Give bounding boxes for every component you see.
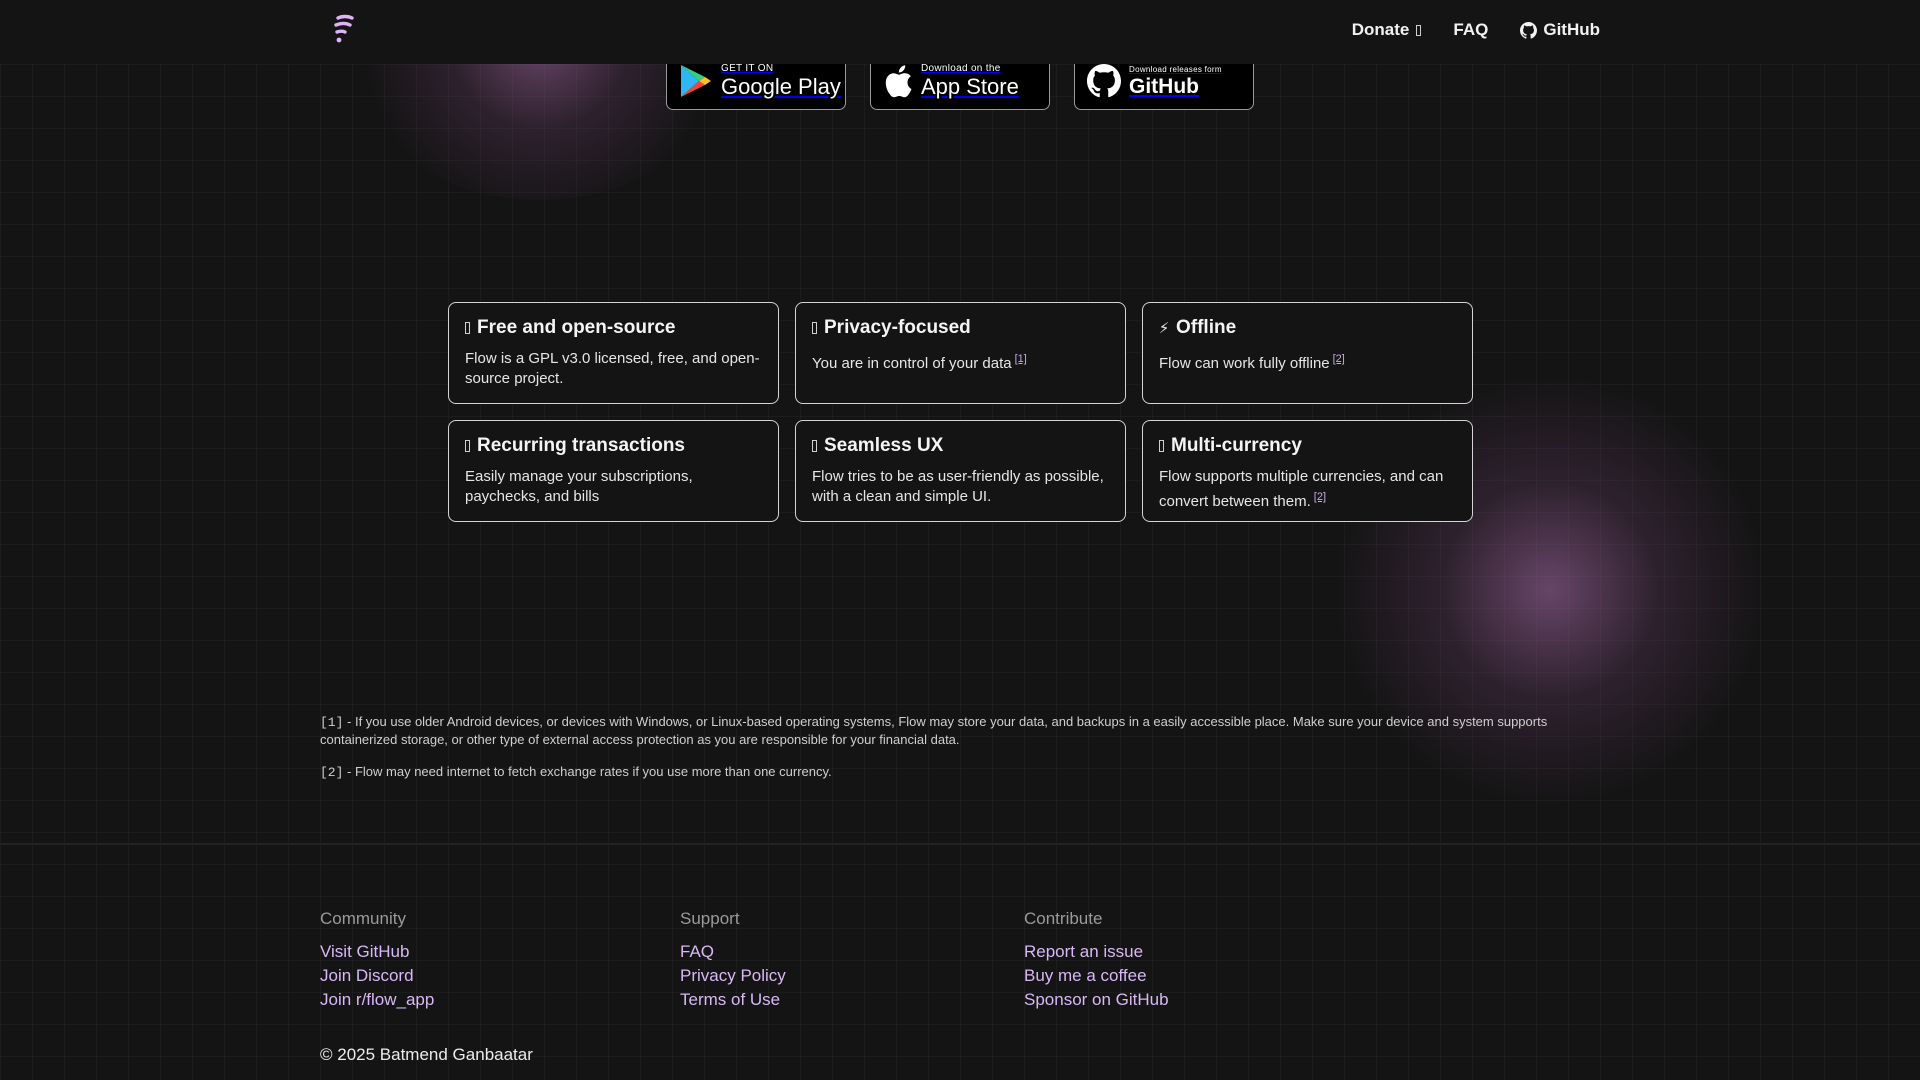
- badge-caption: GET IT ON: [721, 63, 774, 74]
- badge-caption: Download releases form: [1129, 64, 1222, 74]
- copyright-text: © 2025 Batmend Ganbaatar: [320, 1045, 533, 1064]
- feature-cards: Free and open-source Flow is a GPL v3.0 …: [448, 302, 1473, 522]
- footer-link-buy-coffee[interactable]: Buy me a coffee: [1024, 964, 1169, 988]
- feature-description: Flow supports multiple currencies, and c…: [1159, 468, 1444, 510]
- feature-description: You are in control of your data: [812, 355, 1012, 372]
- main-nav: Donate FAQ GitHub: [1352, 20, 1600, 40]
- top-navigation-bar: Donate FAQ GitHub: [0, 0, 1920, 64]
- footer-heading: Community: [320, 909, 406, 928]
- footer-link-terms-of-use[interactable]: Terms of Use: [680, 988, 786, 1012]
- feature-description: Flow tries to be as user-friendly as pos…: [812, 468, 1104, 505]
- feature-description: Flow can work fully offline: [1159, 355, 1330, 372]
- lightning-icon: ⚡: [1158, 320, 1170, 337]
- footnote-text: - If you use older Android devices, or d…: [320, 714, 1548, 747]
- footer-link-sponsor-github[interactable]: Sponsor on GitHub: [1024, 988, 1169, 1012]
- footnote-key: [1]: [320, 715, 344, 730]
- apple-icon: [885, 65, 912, 98]
- box-glyph-icon: [812, 440, 817, 452]
- footer-community: Community Visit GitHub Join Discord Join…: [320, 909, 434, 1012]
- badge-title: Google Play: [721, 74, 841, 99]
- box-glyph-icon: [465, 440, 470, 452]
- feature-description: Easily manage your subscriptions, payche…: [465, 468, 693, 505]
- footnote-2: [2] - Flow may need internet to fetch ex…: [320, 763, 1610, 781]
- nav-donate-link[interactable]: Donate: [1352, 20, 1422, 40]
- footer-contribute: Contribute Report an issue Buy me a coff…: [1024, 909, 1169, 1012]
- footer-divider: [0, 843, 1920, 845]
- footer-support: Support FAQ Privacy Policy Terms of Use: [680, 909, 786, 1012]
- feature-title: Seamless UX: [824, 435, 944, 456]
- footer-link-visit-github[interactable]: Visit GitHub: [320, 940, 434, 964]
- footnote-ref[interactable]: [2]: [1314, 491, 1326, 503]
- footnote-ref[interactable]: [1]: [1015, 353, 1027, 365]
- nav-faq-label: FAQ: [1453, 20, 1489, 39]
- nav-github-link[interactable]: GitHub: [1520, 20, 1600, 40]
- feature-card-recurring: Recurring transactions Easily manage you…: [448, 420, 779, 522]
- flow-logo[interactable]: [332, 14, 356, 46]
- github-icon: [1087, 64, 1121, 98]
- feature-title: Free and open-source: [477, 317, 676, 338]
- footer-link-join-discord[interactable]: Join Discord: [320, 964, 434, 988]
- feature-card-ux: Seamless UX Flow tries to be as user-fri…: [795, 420, 1126, 522]
- google-play-icon: [681, 65, 711, 97]
- footer-link-report-issue[interactable]: Report an issue: [1024, 940, 1169, 964]
- footnote-1: [1] - If you use older Android devices, …: [320, 713, 1610, 748]
- footnotes: [1] - If you use older Android devices, …: [320, 713, 1610, 796]
- feature-title: Recurring transactions: [477, 435, 685, 456]
- feature-card-offline: ⚡ Offline Flow can work fully offline [2]: [1142, 302, 1473, 404]
- feature-title: Multi-currency: [1171, 435, 1302, 456]
- footnote-key: [2]: [320, 765, 344, 780]
- footer-heading: Support: [680, 909, 740, 928]
- footnote-ref[interactable]: [2]: [1333, 353, 1345, 365]
- box-glyph-icon: [1159, 440, 1164, 452]
- feature-title: Privacy-focused: [824, 317, 971, 338]
- nav-donate-label: Donate: [1351, 20, 1410, 39]
- badge-caption: Download on the: [921, 63, 1001, 74]
- github-icon: [1520, 21, 1538, 39]
- feature-title: Offline: [1176, 317, 1237, 338]
- box-glyph-icon: [812, 322, 817, 334]
- feature-card-multi-currency: Multi-currency Flow supports multiple cu…: [1142, 420, 1473, 522]
- feature-card-open-source: Free and open-source Flow is a GPL v3.0 …: [448, 302, 779, 404]
- footer-link-join-reddit[interactable]: Join r/flow_app: [320, 988, 434, 1012]
- badge-title: GitHub: [1129, 74, 1199, 98]
- footer-heading: Contribute: [1024, 909, 1103, 928]
- footnote-text: - Flow may need internet to fetch exchan…: [343, 764, 832, 779]
- badge-title: App Store: [921, 74, 1019, 99]
- box-glyph-icon: [465, 322, 470, 334]
- nav-github-label: GitHub: [1543, 20, 1600, 39]
- feature-description: Flow is a GPL v3.0 licensed, free, and o…: [465, 350, 760, 387]
- footer-link-privacy-policy[interactable]: Privacy Policy: [680, 964, 786, 988]
- heart-icon: [1416, 24, 1422, 36]
- footer-link-faq[interactable]: FAQ: [680, 940, 786, 964]
- nav-faq-link[interactable]: FAQ: [1453, 20, 1488, 40]
- feature-card-privacy: Privacy-focused You are in control of yo…: [795, 302, 1126, 404]
